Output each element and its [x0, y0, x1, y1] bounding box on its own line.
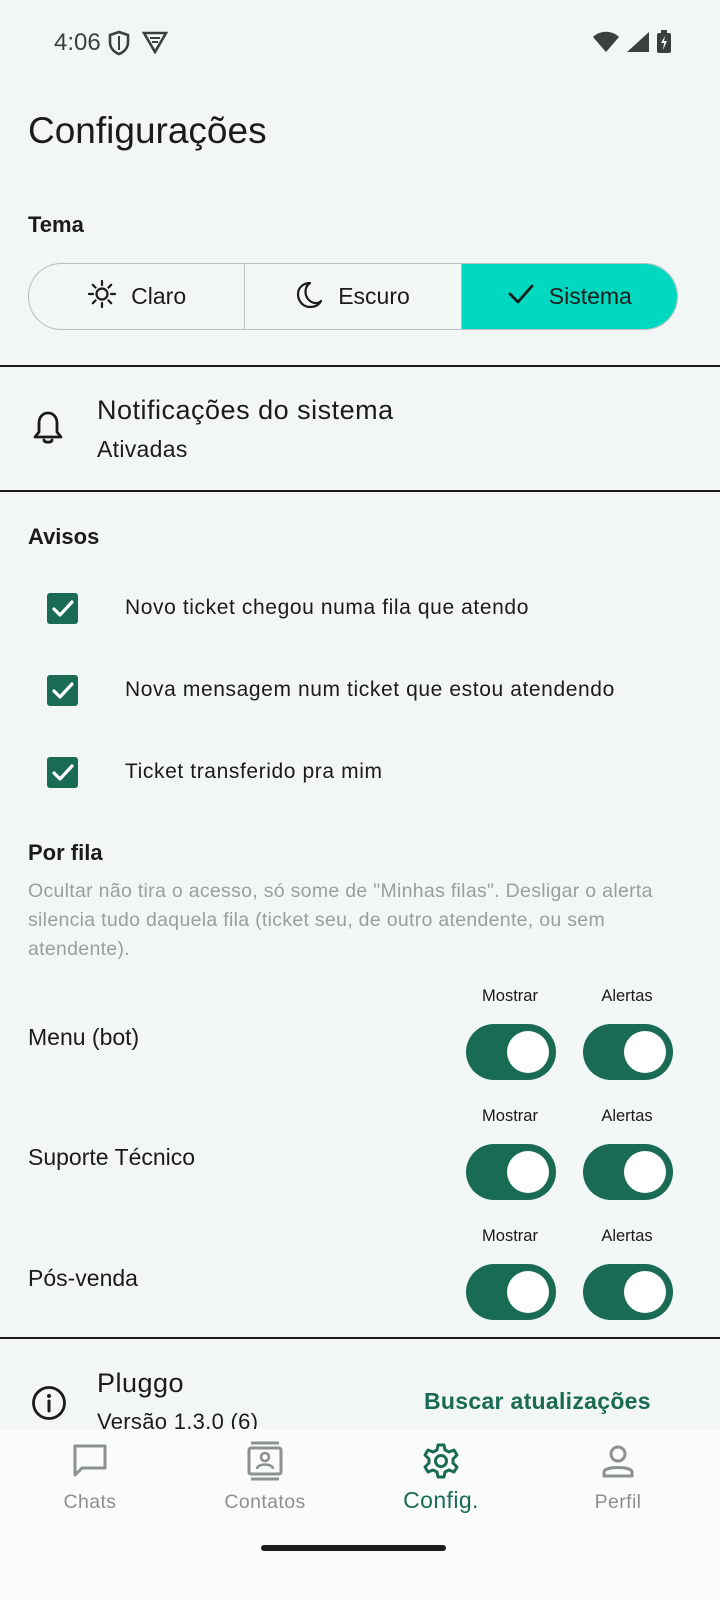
theme-section-label: Tema [28, 212, 84, 237]
show-column-label: Mostrar [482, 987, 538, 1005]
show-column-label: Mostrar [482, 1227, 538, 1245]
theme-option-escuro[interactable]: Escuro [245, 264, 462, 329]
bottom-navigation: Chats Contatos Config. Perfil [0, 1429, 720, 1600]
alert-option-label: Nova mensagem num ticket que estou atend… [125, 678, 615, 701]
nav-profile[interactable]: Perfil [528, 1429, 708, 1539]
theme-option-label: Escuro [338, 283, 410, 309]
moon-icon [296, 280, 324, 314]
about-section: Pluggo Versão 1.3.0 (6) Buscar atualizaç… [0, 1341, 720, 1429]
alerts-section-label: Avisos [28, 524, 100, 549]
gear-icon [422, 1441, 460, 1481]
queue-alerts-toggle[interactable] [583, 1144, 673, 1200]
nav-label: Contatos [224, 1491, 306, 1513]
wifi-icon [592, 31, 620, 58]
alerts-column-label: Alertas [601, 1227, 653, 1245]
person-icon [600, 1441, 636, 1481]
queue-alerts-toggle[interactable] [583, 1024, 673, 1080]
queue-show-toggle[interactable] [466, 1024, 556, 1080]
alert-checkbox[interactable] [47, 675, 78, 706]
bell-icon [32, 410, 64, 451]
queue-show-toggle[interactable] [466, 1264, 556, 1320]
theme-option-claro[interactable]: Claro [29, 264, 246, 329]
signal-icon [626, 31, 650, 58]
alert-checkbox[interactable] [47, 593, 78, 624]
page-title: Configurações [28, 110, 267, 151]
alert-option-row[interactable]: Nova mensagem num ticket que estou atend… [0, 656, 720, 726]
alert-option-label: Ticket transferido pra mim [125, 760, 383, 783]
info-icon [31, 1385, 67, 1426]
toggle-knob [624, 1031, 666, 1073]
alert-option-row[interactable]: Novo ticket chegou numa fila que atendo [0, 574, 720, 644]
per-queue-help-text: Ocultar não tira o acesso, só some de "M… [28, 880, 653, 960]
theme-option-label: Claro [131, 283, 187, 309]
battery-charging-icon [656, 30, 672, 59]
toggle-knob [507, 1151, 549, 1193]
queue-alerts-toggle[interactable] [583, 1264, 673, 1320]
check-icon [51, 681, 74, 699]
nav-label: Perfil [594, 1491, 642, 1513]
toggle-knob [624, 1271, 666, 1313]
queue-row: Mostrar Alertas Pós-venda [0, 1227, 720, 1337]
toggle-knob [507, 1271, 549, 1313]
queue-name: Suporte Técnico [28, 1144, 196, 1170]
theme-option-sistema[interactable]: Sistema [461, 264, 677, 329]
divider [0, 490, 720, 492]
vpn-icon [141, 30, 169, 61]
check-icon [507, 282, 535, 312]
status-bar: 4:06 [0, 0, 720, 86]
status-time: 4:06 [54, 29, 101, 56]
check-icon [51, 763, 74, 781]
contacts-icon [246, 1441, 284, 1481]
show-column-label: Mostrar [482, 1107, 538, 1125]
alert-checkbox[interactable] [47, 757, 78, 788]
queue-row: Mostrar Alertas Suporte Técnico [0, 1107, 720, 1217]
alerts-column-label: Alertas [601, 1107, 653, 1125]
sun-icon [87, 279, 117, 315]
alert-option-label: Novo ticket chegou numa fila que atendo [125, 596, 529, 619]
toggle-knob [507, 1031, 549, 1073]
chat-icon [71, 1441, 109, 1481]
check-updates-button[interactable]: Buscar atualizações [424, 1388, 651, 1415]
nav-label: Config. [403, 1487, 479, 1513]
notifications-title: Notificações do sistema [97, 395, 394, 425]
divider [0, 1337, 720, 1339]
queue-row: Mostrar Alertas Menu (bot) [0, 987, 720, 1097]
per-queue-section-label: Por fila [28, 840, 103, 865]
queue-name: Pós-venda [28, 1265, 138, 1291]
nav-config[interactable]: Config. [351, 1429, 531, 1539]
queue-name: Menu (bot) [28, 1024, 140, 1050]
theme-segmented-control: Claro Escuro Sistema [28, 263, 678, 330]
nav-chats[interactable]: Chats [0, 1429, 180, 1539]
nav-contacts[interactable]: Contatos [175, 1429, 355, 1539]
system-notifications-row[interactable]: Notificações do sistema Ativadas [0, 368, 720, 490]
toggle-knob [624, 1151, 666, 1193]
alerts-column-label: Alertas [601, 987, 653, 1005]
theme-option-label: Sistema [548, 283, 632, 309]
check-icon [51, 599, 74, 617]
app-name: Pluggo [97, 1368, 185, 1398]
queue-show-toggle[interactable] [466, 1144, 556, 1200]
alert-option-row[interactable]: Ticket transferido pra mim [0, 738, 720, 808]
shield-icon [108, 30, 130, 61]
notifications-status: Ativadas [97, 436, 188, 462]
home-indicator [261, 1545, 446, 1551]
app-version: Versão 1.3.0 (6) [97, 1409, 259, 1429]
nav-label: Chats [63, 1491, 117, 1513]
divider [0, 365, 720, 367]
